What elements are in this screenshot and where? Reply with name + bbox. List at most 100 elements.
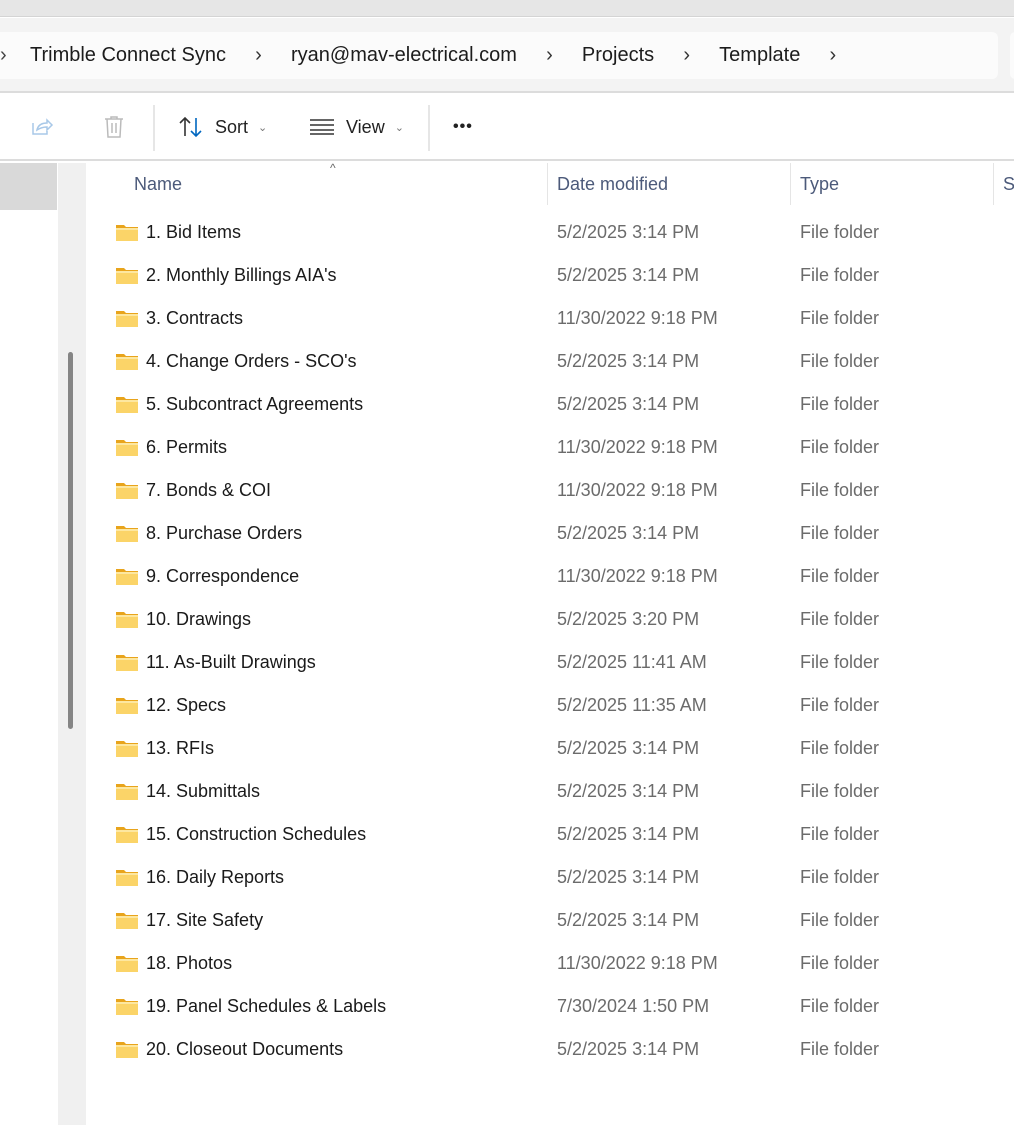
folder-icon [116, 268, 138, 284]
breadcrumb-item-template[interactable]: Template [719, 44, 800, 67]
file-name: 6. Permits [146, 437, 228, 457]
column-header-name[interactable]: Name [134, 163, 182, 205]
file-row[interactable]: 12. Specs 5/2/2025 11:35 AM File folder [87, 685, 1014, 728]
chevron-right-icon[interactable]: › [654, 44, 719, 67]
column-header-type[interactable]: Type [800, 163, 839, 205]
column-header-date[interactable]: Date modified [557, 163, 668, 205]
column-divider[interactable] [547, 163, 548, 205]
folder-icon [116, 698, 138, 714]
file-date-modified: 5/2/2025 11:41 AM [557, 652, 707, 672]
file-row[interactable]: 5. Subcontract Agreements 5/2/2025 3:14 P… [87, 384, 1014, 427]
file-name: 13. RFIs [146, 738, 215, 758]
trash-icon [105, 116, 123, 138]
file-type: File folder [800, 867, 880, 887]
file-name: 14. Submittals [146, 781, 261, 801]
divider [428, 105, 430, 151]
file-date-modified: 11/30/2022 9:18 PM [557, 308, 718, 328]
file-row[interactable]: 13. RFIs 5/2/2025 3:14 PM File folder [87, 728, 1014, 771]
breadcrumb-item-account[interactable]: ryan@mav-electrical.com [291, 44, 517, 67]
chevron-right-icon[interactable]: › [517, 44, 582, 67]
file-row[interactable]: 19. Panel Schedules & Labels 7/30/2024 1:… [87, 986, 1014, 1029]
delete-button[interactable] [102, 93, 126, 161]
file-type: File folder [800, 308, 880, 328]
file-name: 20. Closeout Documents [146, 1039, 344, 1059]
file-date-modified: 5/2/2025 11:35 AM [557, 695, 707, 715]
folder-icon [116, 569, 138, 585]
share-icon [32, 118, 54, 135]
file-row[interactable]: 14. Submittals 5/2/2025 3:14 PM File folde… [87, 771, 1014, 814]
file-type: File folder [800, 953, 880, 973]
file-row[interactable]: 8. Purchase Orders 5/2/2025 3:14 PM File f… [87, 513, 1014, 556]
file-date-modified: 5/2/2025 3:14 PM [557, 824, 700, 844]
file-type: File folder [800, 609, 880, 629]
file-row[interactable]: 11. As-Built Drawings 5/2/2025 11:41 AM Fi… [87, 642, 1014, 685]
file-name: 18. Photos [146, 953, 233, 973]
breadcrumb-item-projects[interactable]: Projects [582, 44, 654, 67]
sort-button[interactable]: Sort ⌄ [178, 93, 267, 161]
file-date-modified: 5/2/2025 3:14 PM [557, 265, 700, 285]
file-date-modified: 5/2/2025 3:14 PM [557, 394, 700, 414]
file-date-modified: 5/2/2025 3:14 PM [557, 222, 700, 242]
command-bar: Sort ⌄ View ⌄ ••• [0, 93, 1014, 161]
file-row[interactable]: 17. Site Safety 5/2/2025 3:14 PM File fold… [87, 900, 1014, 943]
more-options-button[interactable]: ••• [453, 93, 473, 161]
file-date-modified: 11/30/2022 9:18 PM [557, 437, 718, 457]
file-name: 10. Drawings [146, 609, 252, 629]
folder-icon [116, 397, 138, 413]
file-row[interactable]: 2. Monthly Billings AIA's 5/2/2025 3:14 P… [87, 255, 1014, 298]
file-row[interactable]: 16. Daily Reports 5/2/2025 3:14 PM File fo… [87, 857, 1014, 900]
view-button[interactable]: View ⌄ [310, 93, 404, 161]
file-type: File folder [800, 222, 880, 242]
nav-scrollbar[interactable] [57, 163, 86, 1125]
file-type: File folder [800, 351, 880, 371]
folder-icon [116, 827, 138, 843]
folder-icon [116, 440, 138, 456]
file-date-modified: 5/2/2025 3:14 PM [557, 738, 700, 758]
folder-icon [116, 311, 138, 327]
sort-label: Sort [215, 116, 249, 137]
file-row[interactable]: 3. Contracts 11/30/2022 9:18 PM File folde… [87, 298, 1014, 341]
file-date-modified: 11/30/2022 9:18 PM [557, 953, 718, 973]
chevron-right-icon[interactable]: › [0, 44, 30, 67]
nav-item-selected[interactable] [0, 163, 57, 210]
title-bar [0, 0, 1014, 17]
file-row[interactable]: 18. Photos 11/30/2022 9:18 PM File folder [87, 943, 1014, 986]
breadcrumb[interactable]: › Trimble Connect Sync › ryan@mav-electr… [0, 32, 998, 79]
chevron-right-icon[interactable]: › [800, 44, 865, 67]
sort-icon [179, 116, 202, 138]
search-box[interactable] [1010, 32, 1014, 79]
share-button[interactable] [30, 93, 54, 161]
divider [153, 105, 155, 151]
breadcrumb-item-trimble[interactable]: Trimble Connect Sync [30, 44, 226, 67]
file-name: 4. Change Orders - SCO's [146, 351, 357, 371]
file-type: File folder [800, 437, 880, 457]
list-view-icon [310, 119, 334, 135]
file-row[interactable]: 20. Closeout Documents 5/2/2025 3:14 PM Fi… [87, 1029, 1014, 1072]
scrollbar-thumb[interactable] [68, 352, 73, 729]
folder-icon [116, 655, 138, 671]
view-label: View [346, 116, 385, 137]
file-row[interactable]: 10. Drawings 5/2/2025 3:20 PM File folder [87, 599, 1014, 642]
file-name: 19. Panel Schedules & Labels [146, 996, 387, 1016]
address-bar-area: › Trimble Connect Sync › ryan@mav-electr… [0, 18, 1014, 93]
file-type: File folder [800, 1039, 880, 1059]
folder-icon [116, 354, 138, 370]
file-row[interactable]: 7. Bonds & COI 11/30/2022 9:18 PM File fol… [87, 470, 1014, 513]
file-row[interactable]: 6. Permits 11/30/2022 9:18 PM File folder [87, 427, 1014, 470]
file-type: File folder [800, 394, 880, 414]
file-row[interactable]: 15. Construction Schedules 5/2/2025 3:14 … [87, 814, 1014, 857]
file-name: 9. Correspondence [146, 566, 300, 586]
column-divider[interactable] [790, 163, 791, 205]
file-type: File folder [800, 996, 880, 1016]
column-divider[interactable] [993, 163, 994, 205]
file-row[interactable]: 9. Correspondence 11/30/2022 9:18 PM File … [87, 556, 1014, 599]
chevron-down-icon: ⌄ [258, 121, 268, 134]
file-date-modified: 11/30/2022 9:18 PM [557, 566, 718, 586]
file-row[interactable]: 4. Change Orders - SCO's 5/2/2025 3:14 PM… [87, 341, 1014, 384]
folder-icon [116, 526, 138, 542]
file-date-modified: 5/2/2025 3:14 PM [557, 523, 700, 543]
chevron-right-icon[interactable]: › [226, 44, 291, 67]
file-row[interactable]: 1. Bid Items 5/2/2025 3:14 PM File folder [87, 212, 1014, 255]
file-name: 11. As-Built Drawings [146, 652, 316, 672]
column-header-size[interactable]: S [1003, 163, 1014, 205]
